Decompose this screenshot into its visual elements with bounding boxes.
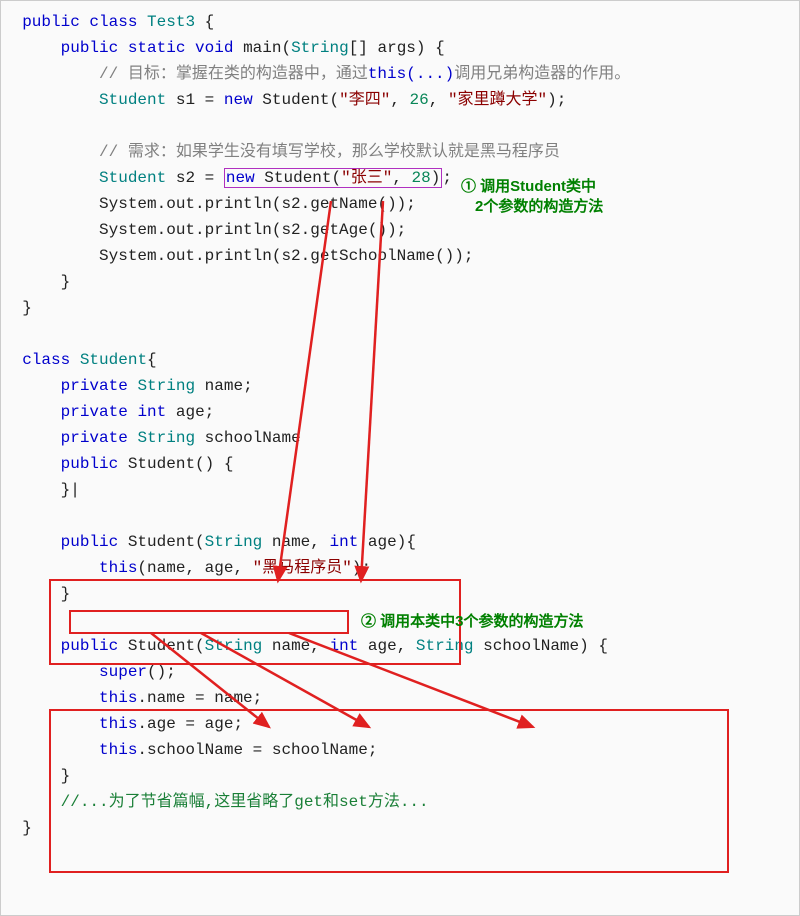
kw-class: class [89, 13, 137, 31]
annotation-1: ① 调用Student类中 2个参数的构造方法 [461, 177, 603, 217]
highlighted-new-call: new Student("张三", 28) [224, 168, 442, 188]
code-pre: public class Test3 { public static void … [3, 9, 797, 841]
code-block: public class Test3 { public static void … [0, 0, 800, 916]
annotation-2: ② 调用本类中3个参数的构造方法 [361, 612, 584, 632]
cursor: | [70, 481, 80, 499]
class-name: Test3 [147, 13, 195, 31]
comment-requirement: // 需求：如果学生没有填写学校，那么学校默认就是黑马程序员 [99, 143, 560, 161]
student-class: Student [80, 351, 147, 369]
kw-public: public [22, 13, 80, 31]
omitted-methods-comment: //...为了节省篇幅,这里省略了get和set方法... [61, 793, 429, 811]
comment-goal: // 目标：掌握在类的构造器中，通过 [99, 65, 368, 83]
